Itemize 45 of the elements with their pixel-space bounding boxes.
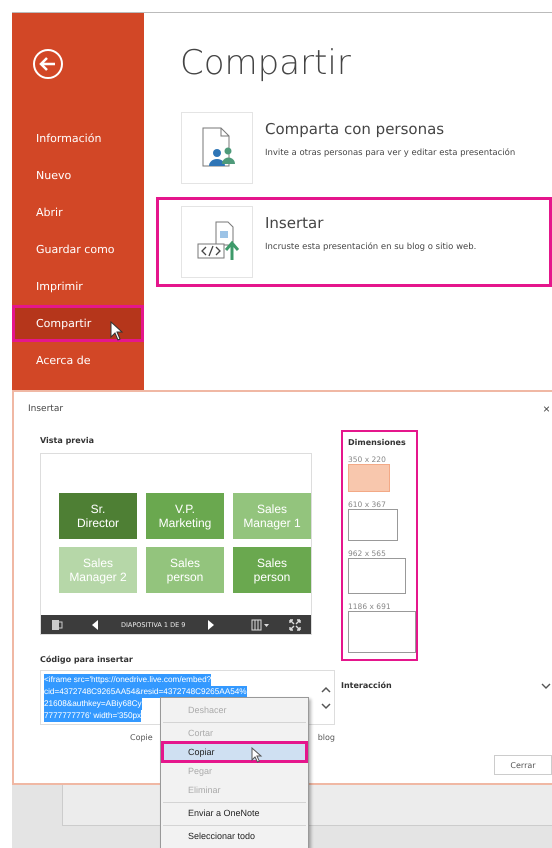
layout-menu-icon[interactable] <box>251 618 271 630</box>
size-option[interactable] <box>348 558 406 594</box>
section-label: Interacción <box>341 681 392 690</box>
mouse-pointer-icon <box>251 747 263 763</box>
scroll-down-icon[interactable] <box>321 702 331 710</box>
hint-text: Copie <box>130 733 153 742</box>
section-label: Vista previa <box>40 436 96 445</box>
org-chart-box: Sales person <box>233 547 311 593</box>
powerpoint-icon[interactable] <box>51 618 63 630</box>
section-label: Código para insertar <box>40 655 134 664</box>
close-dialog-button[interactable]: Cerrar <box>494 755 552 775</box>
size-option[interactable] <box>348 611 416 653</box>
size-option[interactable] <box>348 509 398 541</box>
org-chart-box: Sales person <box>146 547 224 593</box>
org-chart-box: Sales Manager 1 <box>233 493 311 539</box>
option-title: Comparta con personas <box>265 120 446 138</box>
share-option[interactable]: Insertar Incruste esta presentación en su blog o sitio web. <box>156 197 552 287</box>
nav-item[interactable]: Acerca de <box>12 342 144 379</box>
hint-text: blog <box>318 733 335 742</box>
nav-item[interactable]: Guardar como <box>12 231 144 268</box>
menu-item[interactable]: Copiar <box>163 743 306 761</box>
option-description: Invite a otras personas para ver y editar esta presentación <box>265 148 516 158</box>
scroll-up-icon[interactable] <box>321 686 331 694</box>
org-chart-box: Sr. Director <box>59 493 137 539</box>
previous-icon[interactable] <box>91 620 99 630</box>
option-description: Incruste esta presentación en su blog o sitio web. <box>265 242 476 252</box>
menu-item[interactable]: Seleccionar todo <box>163 827 306 845</box>
nav-item[interactable]: Nuevo <box>12 157 144 194</box>
nav-item[interactable]: Imprimir <box>12 268 144 305</box>
chevron-down-icon[interactable] <box>541 682 551 690</box>
nav-item[interactable]: Información <box>12 120 144 157</box>
section-label: Dimensiones <box>348 438 407 447</box>
menu-item[interactable]: Enviar a OneNote <box>163 804 306 826</box>
next-icon[interactable] <box>207 620 216 630</box>
option-title: Insertar <box>265 214 324 232</box>
close-button[interactable]: × <box>540 402 552 416</box>
page-title: Compartir <box>180 43 352 83</box>
org-chart-box: V.P. Marketing <box>146 493 224 539</box>
mouse-pointer-icon <box>110 321 124 341</box>
nav-item[interactable]: Compartir <box>12 305 144 342</box>
org-chart-box: Sales Manager 2 <box>59 547 137 593</box>
dialog-title: Insertar <box>28 404 64 414</box>
nav-item[interactable]: Abrir <box>12 194 144 231</box>
share-option[interactable]: Comparta con personas Invite a otras personas para ver y editar esta presentación <box>156 103 552 193</box>
fullscreen-icon[interactable] <box>289 618 301 630</box>
